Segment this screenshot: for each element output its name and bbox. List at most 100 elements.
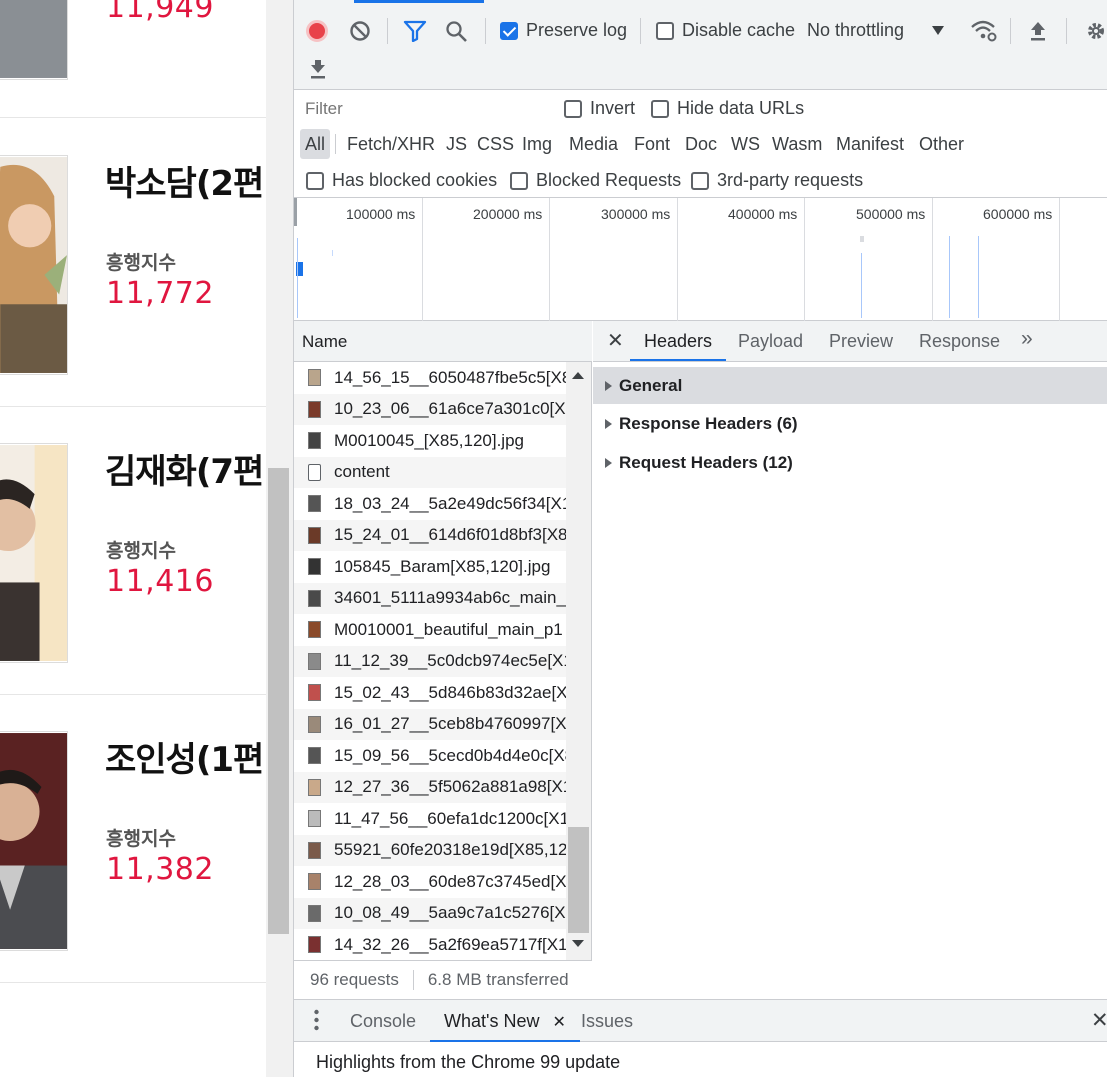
tab-headers[interactable]: Headers [630,321,727,361]
close-tab-icon[interactable]: ✕ [552,1014,565,1031]
timeline-tick-label: 600000 ms [983,206,1053,222]
image-thumbnail-icon [308,684,321,702]
request-name: 11_12_39__5c0dcb974ec5e[X1 [334,651,566,671]
section-response-headers[interactable]: Response Headers (6) [593,405,1107,442]
request-row[interactable]: 34601_5111a9934ab6c_main_ [294,582,566,614]
filter-input[interactable] [300,95,544,123]
type-filter-wasm[interactable]: Wasm [767,129,827,159]
tab-preview[interactable]: Preview [829,321,893,361]
network-settings-button[interactable] [1084,19,1107,43]
blocked-requests-label: Blocked Requests [536,170,682,190]
request-row[interactable]: 11_47_56__60efa1dc1200c[X1 [294,803,566,835]
request-row[interactable]: 15_02_43__5d846b83d32ae[X [294,677,566,709]
scroll-down-icon[interactable] [572,940,584,947]
clear-button[interactable] [349,20,371,42]
type-filter-js[interactable]: JS [441,129,472,159]
has-blocked-cookies-checkbox[interactable]: Has blocked cookies [306,170,497,191]
type-filter-font[interactable]: Font [629,129,675,159]
disable-cache-checkbox[interactable]: Disable cache [656,20,795,41]
section-general[interactable]: General [593,367,1107,404]
index-value: 11,416 [106,564,214,599]
type-filter-all[interactable]: All [300,129,331,159]
scroll-up-icon[interactable] [572,372,584,379]
image-thumbnail-icon [308,369,321,387]
timeline-gridline [804,198,805,321]
request-name: 12_27_36__5f5062a881a98[X1 [334,777,566,797]
tab-issues[interactable]: Issues [581,1000,633,1042]
timeline-gridline [932,198,933,321]
tab-response[interactable]: Response [919,321,1000,361]
search-button[interactable] [445,20,469,42]
request-row[interactable]: 10_23_06__61a6ce7a301c0[X8 [294,393,566,425]
page-scrollbar[interactable] [266,0,293,1077]
hide-data-urls-label: Hide data URLs [677,98,805,118]
request-list-scrollbar[interactable] [566,362,591,960]
section-request-headers[interactable]: Request Headers (12) [593,444,1107,481]
close-drawer-icon[interactable]: ✕ [1091,1008,1107,1033]
image-thumbnail-icon [308,778,321,796]
request-row[interactable]: 15_24_01__614d6f01d8bf3[X8 [294,519,566,551]
request-row[interactable]: 18_03_24__5a2e49dc56f34[X1 [294,488,566,520]
request-list-scroll-thumb[interactable] [568,827,589,933]
request-row[interactable]: 11_12_39__5c0dcb974ec5e[X1 [294,645,566,677]
request-row[interactable]: 14_56_15__6050487fbe5c5[X8 [294,362,566,394]
timeline-gridline [677,198,678,321]
actor-card[interactable]: 박소담(2편 흥행지수 11,772 [0,118,266,407]
tab-payload[interactable]: Payload [738,321,803,361]
preserve-log-checkbox[interactable]: Preserve log [500,20,627,41]
request-row[interactable]: content [294,456,566,488]
type-filter-fetch-xhr[interactable]: Fetch/XHR [342,129,440,159]
request-row[interactable]: 55921_60fe20318e19d[X85,12 [294,834,566,866]
blocked-requests-checkbox[interactable]: Blocked Requests [510,170,681,191]
timeline-tick-label: 300000 ms [601,206,671,222]
hide-data-urls-checkbox[interactable]: Hide data URLs [651,98,804,119]
tab-whats-new[interactable]: What's New ✕ [430,1000,580,1042]
request-row[interactable]: 14_32_26__5a2f69ea5717f[X1. [294,929,566,960]
request-row[interactable]: 12_28_03__60de87c3745ed[X. [294,866,566,898]
type-filter-img[interactable]: Img [517,129,557,159]
actor-card[interactable]: 조인성(1편 흥행지수 11,382 [0,694,266,983]
record-button[interactable] [306,20,328,42]
third-party-checkbox[interactable]: 3rd-party requests [691,170,863,191]
network-overview-timeline[interactable]: 100000 ms 200000 ms 300000 ms 400000 ms 5000… [294,198,1107,321]
name-column-header[interactable]: Name [294,321,592,362]
actor-name[interactable]: 박소담(2편 [105,156,264,205]
filter-toggle-button[interactable] [403,20,427,42]
section-response-headers-label: Response Headers (6) [619,413,798,433]
request-row[interactable]: 10_08_49__5aa9c7a1c5276[X8 [294,897,566,929]
drawer-menu-icon[interactable] [314,1009,319,1031]
page-scrollbar-thumb[interactable] [268,468,289,934]
close-icon[interactable]: ✕ [607,328,624,353]
actor-name[interactable]: 김재화(7편 [105,444,264,493]
image-thumbnail-icon [308,558,321,576]
request-row[interactable]: 105845_Baram[X85,120].jpg [294,551,566,583]
invert-checkbox[interactable]: Invert [564,98,635,119]
export-har-button[interactable] [308,58,328,80]
type-filter-doc[interactable]: Doc [680,129,722,159]
actor-card[interactable]: 11,949 [0,0,266,118]
more-tabs-icon[interactable]: » [1021,327,1033,351]
request-row[interactable]: M0010045_[X85,120].jpg [294,425,566,457]
request-row[interactable]: 16_01_27__5ceb8b4760997[X. [294,708,566,740]
record-icon [306,20,328,42]
expand-triangle-icon [605,457,612,468]
type-filter-css[interactable]: CSS [472,129,519,159]
request-name: 15_24_01__614d6f01d8bf3[X8 [334,525,566,545]
actor-card[interactable]: 김재화(7편 흥행지수 11,416 [0,406,266,695]
import-har-button[interactable] [1028,20,1048,42]
image-thumbnail-icon [308,904,321,922]
request-row[interactable]: 15_09_56__5cecd0b4d4e0c[X8 [294,740,566,772]
actor-name[interactable]: 조인성(1편 [105,732,264,781]
type-filter-other[interactable]: Other [914,129,969,159]
request-row[interactable]: M0010001_beautiful_main_p1 [294,614,566,646]
document-icon [308,463,321,481]
request-count: 96 requests [294,970,414,990]
type-filter-manifest[interactable]: Manifest [831,129,909,159]
tab-console[interactable]: Console [350,1000,416,1042]
type-filter-media[interactable]: Media [564,129,623,159]
index-label: 흥행지수 [106,540,176,562]
request-row[interactable]: 12_27_36__5f5062a881a98[X1 [294,771,566,803]
type-filter-ws[interactable]: WS [726,129,765,159]
network-conditions-button[interactable] [970,18,998,42]
throttling-select[interactable]: No throttling [807,20,945,41]
